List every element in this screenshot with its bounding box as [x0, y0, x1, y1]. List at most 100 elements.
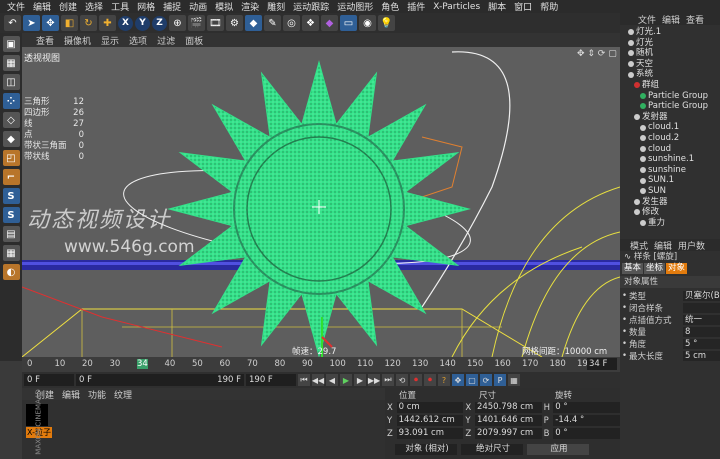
object-item[interactable]: SUN.1 — [628, 175, 720, 186]
y-axis-icon[interactable]: Y — [135, 15, 150, 31]
viewport[interactable]: 透视视图 ✥ ⇕ ⟳ ▢ 三角形 12 四边形 26 线 27 点 0 带状三角面 0 带状线 0 动… — [22, 47, 620, 357]
object-item[interactable]: cloud.2 — [628, 133, 720, 144]
menu-item-10[interactable]: 雕刻 — [263, 0, 289, 13]
object-item[interactable]: sunshine — [628, 165, 720, 176]
material-menu-item-3[interactable]: 纹理 — [114, 388, 132, 401]
pen-spline-icon[interactable]: ✎ — [264, 15, 281, 31]
object-item[interactable]: 系统 — [628, 69, 720, 80]
size-mode-select[interactable]: 绝对尺寸 — [461, 444, 523, 455]
move-tool-icon[interactable]: ✥ — [42, 15, 59, 31]
position-field[interactable]: 0 cm — [396, 402, 464, 413]
menu-item-0[interactable]: 文件 — [3, 0, 29, 13]
rotation-field[interactable]: -14.4 ° — [553, 415, 620, 426]
scale-tool-icon[interactable]: ◧ — [61, 15, 78, 31]
object-menu-item-2[interactable]: 查看 — [686, 13, 704, 26]
select-tool-icon[interactable]: ➤ — [23, 15, 40, 31]
undo-icon[interactable]: ↶ — [4, 15, 21, 31]
viewport-menu-item-4[interactable]: 过滤 — [157, 34, 175, 47]
object-item[interactable]: cloud.1 — [628, 122, 720, 133]
menu-item-3[interactable]: 选择 — [81, 0, 107, 13]
menu-item-12[interactable]: 运动图形 — [333, 0, 377, 13]
viewport-menu-item-0[interactable]: 查看 — [36, 34, 54, 47]
object-item[interactable]: Particle Group — [628, 91, 720, 102]
add-tool-icon[interactable]: ✚ — [99, 15, 116, 31]
deformer-icon[interactable]: ◆ — [321, 15, 338, 31]
light-icon[interactable]: 💡 — [378, 15, 395, 31]
object-item[interactable]: cloud — [628, 144, 720, 155]
menu-item-11[interactable]: 运动跟踪 — [289, 0, 333, 13]
menu-item-18[interactable]: 帮助 — [536, 0, 562, 13]
floor-icon[interactable]: ▭ — [340, 15, 357, 31]
goto-start-icon[interactable]: ⏮ — [298, 374, 310, 386]
render-view-icon[interactable]: 🎬 — [188, 15, 205, 31]
size-field[interactable]: 2450.798 cm — [474, 402, 542, 413]
object-item[interactable]: 天空 — [628, 59, 720, 70]
attributes-menu-item-0[interactable]: 模式 — [630, 239, 648, 252]
render-picture-icon[interactable]: 🎞 — [207, 15, 224, 31]
menu-item-4[interactable]: 工具 — [107, 0, 133, 13]
model-mode-icon[interactable]: ▣ — [2, 36, 20, 52]
workplane-icon[interactable]: ◫ — [2, 74, 20, 90]
object-item[interactable]: 重力 — [628, 218, 720, 229]
menu-item-17[interactable]: 窗口 — [510, 0, 536, 13]
menu-item-14[interactable]: 插件 — [403, 0, 429, 13]
autokey-icon[interactable]: ⏺ — [424, 374, 436, 386]
rotation-field[interactable]: 0 ° — [553, 428, 620, 439]
menu-item-1[interactable]: 编辑 — [29, 0, 55, 13]
subdivision-icon[interactable]: ◎ — [283, 15, 300, 31]
material-menu-item-1[interactable]: 编辑 — [62, 388, 80, 401]
lock-icon[interactable]: ▤ — [2, 226, 20, 242]
paint-icon[interactable]: ◐ — [2, 264, 20, 280]
property-value[interactable]: 5 cm — [683, 351, 720, 361]
viewport-menu-item-3[interactable]: 选项 — [129, 34, 147, 47]
loop-icon[interactable]: ⟲ — [396, 374, 408, 386]
menu-item-9[interactable]: 渲染 — [237, 0, 263, 13]
range-slider[interactable]: 0 F 190 F — [76, 374, 244, 386]
object-item[interactable]: 随机 — [628, 48, 720, 59]
snap-icon[interactable]: S — [2, 188, 20, 204]
attributes-menu-item-1[interactable]: 编辑 — [654, 239, 672, 252]
rotate-tool-icon[interactable]: ↻ — [80, 15, 97, 31]
render-settings-icon[interactable]: ⚙ — [226, 15, 243, 31]
start-frame-field[interactable]: 0 F — [24, 374, 74, 386]
keyframe-icon[interactable]: ? — [438, 374, 450, 386]
property-value[interactable] — [683, 303, 720, 313]
camera-icon[interactable]: ◉ — [359, 15, 376, 31]
x-axis-icon[interactable]: X — [118, 15, 133, 31]
attributes-tab-0[interactable]: 基本 — [622, 263, 644, 274]
object-item[interactable]: sunshine.1 — [628, 154, 720, 165]
rotation-field[interactable]: 0 ° — [553, 402, 620, 413]
attributes-menu-item-2[interactable]: 用户数 — [678, 239, 705, 252]
current-frame-field[interactable]: 34 F — [587, 358, 617, 370]
object-item[interactable]: 灯光 — [628, 38, 720, 49]
menu-item-7[interactable]: 动画 — [185, 0, 211, 13]
object-item[interactable]: Particle Group — [628, 101, 720, 112]
object-menu-item-0[interactable]: 文件 — [638, 13, 656, 26]
coord-mode-select[interactable]: 对象 (相对) — [395, 444, 457, 455]
property-value[interactable]: 8 — [683, 327, 720, 337]
attributes-tab-1[interactable]: 坐标 — [644, 263, 666, 274]
viewport-nav-icons[interactable]: ✥ ⇕ ⟳ ▢ — [577, 49, 617, 59]
position-field[interactable]: 1442.612 cm — [396, 415, 464, 426]
size-field[interactable]: 2079.997 cm — [474, 428, 542, 439]
object-item[interactable]: 发生器 — [628, 197, 720, 208]
z-axis-icon[interactable]: Z — [152, 15, 167, 31]
object-item[interactable]: 灯光.1 — [628, 27, 720, 38]
property-value[interactable]: 5 ° — [683, 339, 720, 349]
position-field[interactable]: 93.091 cm — [396, 428, 464, 439]
rotate-key-icon[interactable]: ⟳ — [480, 374, 492, 386]
attributes-tab-2[interactable]: 对象 — [666, 263, 688, 274]
prev-frame-icon[interactable]: ◀ — [326, 374, 338, 386]
object-item[interactable]: 发射器 — [628, 112, 720, 123]
apply-button[interactable]: 应用 — [527, 444, 589, 455]
texture-mode-icon[interactable]: ▦ — [2, 55, 20, 71]
axis-mode-icon[interactable]: ⌐ — [2, 169, 20, 185]
material-menu-item-2[interactable]: 功能 — [88, 388, 106, 401]
cube-icon[interactable]: ◆ — [245, 15, 262, 31]
menu-item-13[interactable]: 角色 — [377, 0, 403, 13]
viewport-menu-item-5[interactable]: 面板 — [185, 34, 203, 47]
next-key-icon[interactable]: ▶▶ — [368, 374, 380, 386]
object-item[interactable]: 群组 — [628, 80, 720, 91]
pla-key-icon[interactable]: ▦ — [508, 374, 520, 386]
prev-key-icon[interactable]: ◀◀ — [312, 374, 324, 386]
